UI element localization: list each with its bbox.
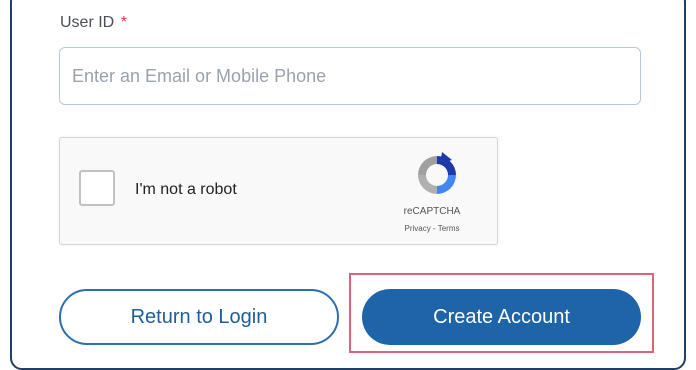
- recaptcha-brand: reCAPTCHA: [403, 206, 461, 217]
- return-to-login-button[interactable]: Return to Login: [59, 289, 339, 345]
- recaptcha-widget: I'm not a robot reCAPTCHA Privacy - Term…: [59, 137, 498, 245]
- user-id-label: User ID *: [60, 14, 127, 32]
- recaptcha-label: I'm not a robot: [135, 181, 237, 198]
- recaptcha-links[interactable]: Privacy - Terms: [382, 224, 482, 233]
- create-account-highlight: [349, 273, 654, 353]
- recaptcha-checkbox[interactable]: [79, 170, 115, 206]
- recaptcha-logo-icon: [418, 152, 456, 194]
- required-marker: *: [120, 14, 127, 31]
- user-id-label-text: User ID: [60, 14, 115, 31]
- user-id-input[interactable]: [59, 47, 641, 105]
